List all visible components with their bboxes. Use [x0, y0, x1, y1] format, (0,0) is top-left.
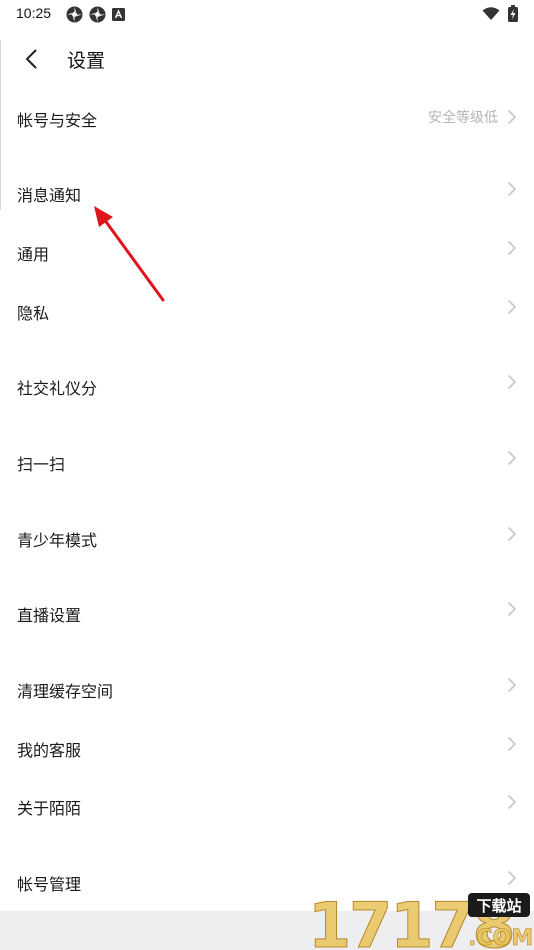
battery-charging-icon [508, 5, 518, 22]
app-notification-icon [89, 6, 106, 23]
settings-item-clear-cache[interactable]: 清理缓存空间 [0, 666, 534, 714]
settings-item-account-security[interactable]: 帐号与安全 安全等级低 [0, 95, 534, 143]
chevron-right-icon [508, 300, 516, 314]
settings-item-label: 通用 [17, 245, 50, 264]
chevron-right-icon [508, 182, 516, 196]
settings-item-label: 扫一扫 [17, 455, 66, 474]
settings-item-label: 消息通知 [17, 186, 82, 205]
chevron-right-icon [508, 871, 516, 885]
settings-item-label: 帐号与安全 [17, 111, 98, 130]
settings-item-social-etiquette[interactable]: 社交礼仪分 [0, 363, 534, 411]
chevron-right-icon [508, 110, 516, 124]
settings-item-live-settings[interactable]: 直播设置 [0, 590, 534, 638]
settings-item-label: 关于陌陌 [17, 799, 82, 818]
settings-item-scan[interactable]: 扫一扫 [0, 439, 534, 487]
chevron-right-icon [508, 375, 516, 389]
settings-item-customer-service[interactable]: 我的客服 [0, 725, 534, 773]
settings-item-notifications[interactable]: 消息通知 [0, 170, 534, 218]
chevron-right-icon [508, 241, 516, 255]
settings-item-label: 帐号管理 [17, 875, 82, 894]
settings-item-privacy[interactable]: 隐私 [0, 288, 534, 336]
chevron-right-icon [508, 602, 516, 616]
settings-item-label: 青少年模式 [17, 531, 98, 550]
chevron-left-icon [26, 49, 37, 69]
chevron-right-icon [508, 527, 516, 541]
chevron-right-icon [508, 795, 516, 809]
settings-item-label: 直播设置 [17, 606, 82, 625]
chevron-right-icon [508, 737, 516, 751]
settings-item-teen-mode[interactable]: 青少年模式 [0, 515, 534, 563]
wifi-icon [482, 6, 500, 20]
chevron-right-icon [508, 678, 516, 692]
watermark-suffix: .COM [468, 926, 532, 950]
security-level-value: 安全等级低 [428, 110, 498, 126]
site-watermark-logo: 17178 下载站 .COM [308, 889, 532, 950]
page-title: 设置 [67, 50, 106, 72]
settings-item-label: 清理缓存空间 [17, 682, 114, 701]
chevron-right-icon [508, 451, 516, 465]
settings-item-label: 我的客服 [17, 741, 82, 760]
settings-item-about[interactable]: 关于陌陌 [0, 783, 534, 831]
settings-item-label: 社交礼仪分 [17, 379, 98, 398]
settings-item-label: 隐私 [17, 304, 50, 323]
back-button[interactable] [14, 42, 48, 76]
settings-item-general[interactable]: 通用 [0, 229, 534, 277]
a-badge-icon [112, 8, 125, 21]
watermark-badge: 下载站 [476, 897, 521, 915]
status-bar: 10:25 [0, 0, 534, 30]
app-notification-icon [66, 6, 83, 23]
page-header: 设置 [0, 38, 534, 80]
status-time: 10:25 [16, 5, 52, 21]
